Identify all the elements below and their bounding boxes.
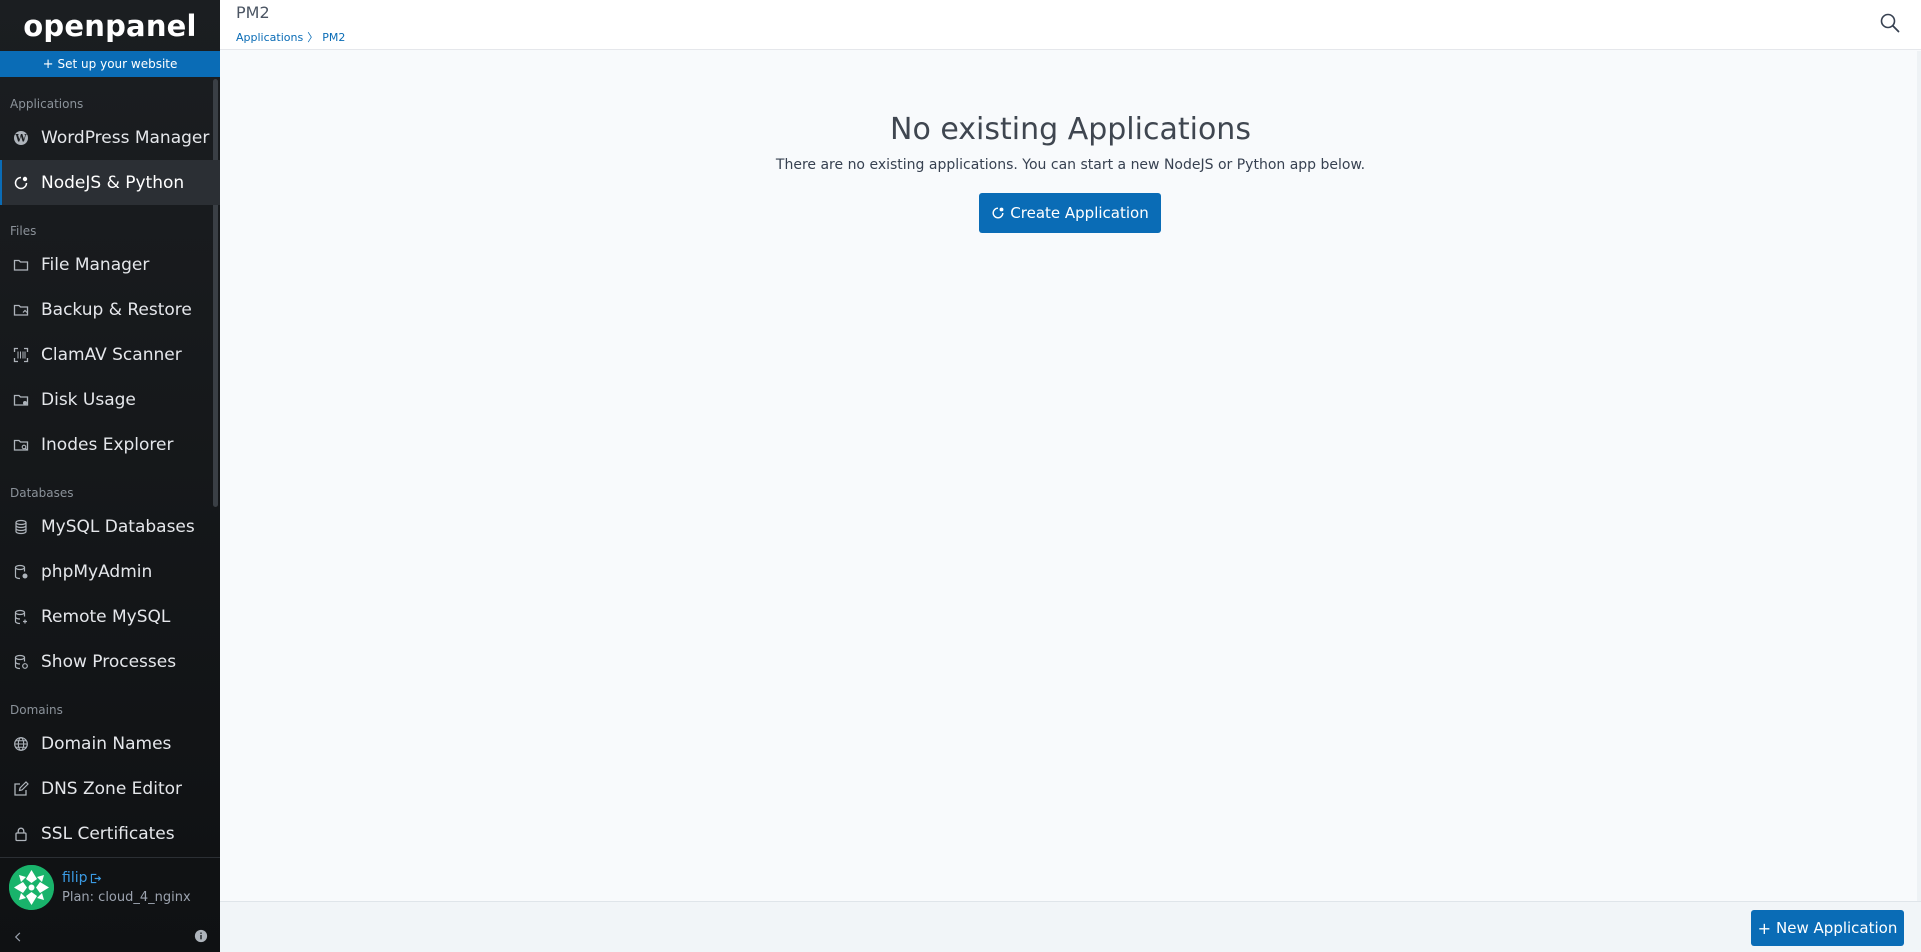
breadcrumb-link-applications[interactable]: Applications (236, 31, 303, 44)
sidebar-item-dns-zone-editor[interactable]: DNS Zone Editor (0, 766, 220, 811)
brand-logo[interactable]: openpanel (0, 0, 220, 51)
breadcrumb-separator: 〉 (307, 31, 319, 44)
sidebar: openpanel + Set up your website Applicat… (0, 0, 220, 952)
sidebar-item-label: DNS Zone Editor (41, 778, 182, 799)
sidebar-item-label: Disk Usage (41, 389, 136, 410)
scanner-icon (12, 346, 29, 363)
folder-usage-icon (12, 391, 29, 408)
folder-icon (12, 256, 29, 273)
avatar[interactable] (9, 865, 54, 910)
info-icon[interactable] (194, 928, 208, 947)
sidebar-footer (0, 922, 220, 952)
edit-icon (12, 780, 29, 797)
sidebar-item-label: SSL Certificates (41, 823, 175, 844)
database-remote-icon (12, 608, 29, 625)
page-scrollbar[interactable] (1917, 51, 1921, 901)
sidebar-item-label: Inodes Explorer (41, 434, 174, 455)
username: filip (62, 870, 88, 886)
create-application-label: Create Application (1010, 204, 1149, 222)
search-button[interactable] (1879, 12, 1901, 34)
empty-state-title: No existing Applications (890, 112, 1251, 147)
setup-website-label: Set up your website (57, 57, 178, 71)
sidebar-item-disk-usage[interactable]: Disk Usage (0, 377, 220, 422)
collapse-sidebar-icon[interactable] (12, 928, 24, 947)
nodejs-icon (992, 207, 1004, 219)
sidebar-item-label: NodeJS & Python (41, 172, 185, 193)
setup-website-button[interactable]: + Set up your website (0, 51, 220, 77)
sidebar-item-label: Domain Names (41, 733, 172, 754)
sidebar-item-ssl-certificates[interactable]: SSL Certificates (0, 811, 220, 855)
sidebar-item-wordpress-manager[interactable]: W WordPress Manager (0, 115, 220, 160)
sidebar-item-backup-restore[interactable]: Backup & Restore (0, 287, 220, 332)
section-label-databases: Databases (10, 486, 74, 500)
sidebar-item-label: ClamAV Scanner (41, 344, 182, 365)
create-application-button[interactable]: Create Application (979, 193, 1161, 233)
sidebar-item-label: Remote MySQL (41, 606, 171, 627)
user-box: filip Plan: cloud_4_nginx (0, 857, 220, 917)
breadcrumb: Applications 〉 PM2 (236, 29, 345, 45)
username-link[interactable]: filip (62, 870, 191, 886)
sidebar-item-label: phpMyAdmin (41, 561, 153, 582)
sidebar-item-label: MySQL Databases (41, 516, 195, 537)
user-plan: Plan: cloud_4_nginx (62, 890, 191, 905)
lock-icon (12, 825, 29, 842)
globe-icon (12, 735, 29, 752)
sidebar-item-clamav-scanner[interactable]: ClamAV Scanner (0, 332, 220, 377)
folder-search-icon (12, 436, 29, 453)
breadcrumb-current[interactable]: PM2 (322, 31, 345, 44)
folder-backup-icon (12, 301, 29, 318)
new-application-button[interactable]: + New Application (1751, 910, 1904, 946)
database-user-icon (12, 563, 29, 580)
wordpress-icon: W (12, 129, 29, 146)
database-process-icon (12, 653, 29, 670)
user-info: filip Plan: cloud_4_nginx (62, 870, 191, 905)
nodejs-icon (12, 174, 29, 191)
section-label-domains: Domains (10, 703, 63, 717)
sidebar-item-nodejs-python[interactable]: NodeJS & Python (0, 160, 220, 205)
section-label-applications: Applications (10, 97, 84, 111)
sidebar-nav: Applications W WordPress Manager NodeJS … (0, 77, 220, 855)
sidebar-item-label: Backup & Restore (41, 299, 192, 320)
sidebar-item-label: WordPress Manager (41, 127, 210, 148)
sidebar-item-label: File Manager (41, 254, 150, 275)
sidebar-item-file-manager[interactable]: File Manager (0, 242, 220, 287)
footer-bar: + New Application (220, 901, 1921, 952)
sidebar-item-domain-names[interactable]: Domain Names (0, 721, 220, 766)
database-icon (12, 518, 29, 535)
plus-icon: + (1757, 918, 1772, 938)
sidebar-item-inodes-explorer[interactable]: Inodes Explorer (0, 422, 220, 467)
sidebar-item-remote-mysql[interactable]: Remote MySQL (0, 594, 220, 639)
page-title: PM2 (236, 3, 270, 22)
section-label-files: Files (10, 224, 37, 238)
logout-icon (91, 873, 102, 883)
sidebar-item-mysql-databases[interactable]: MySQL Databases (0, 504, 220, 549)
header: PM2 Applications 〉 PM2 (220, 0, 1921, 50)
sidebar-item-show-processes[interactable]: Show Processes (0, 639, 220, 684)
new-application-label: New Application (1776, 919, 1898, 937)
sidebar-item-phpmyadmin[interactable]: phpMyAdmin (0, 549, 220, 594)
search-icon (1880, 13, 1900, 33)
sidebar-item-label: Show Processes (41, 651, 177, 672)
empty-state-description: There are no existing applications. You … (775, 157, 1366, 173)
plus-icon: + (42, 56, 54, 72)
main-content: No existing Applications There are no ex… (220, 51, 1921, 901)
svg-text:W: W (14, 133, 27, 144)
